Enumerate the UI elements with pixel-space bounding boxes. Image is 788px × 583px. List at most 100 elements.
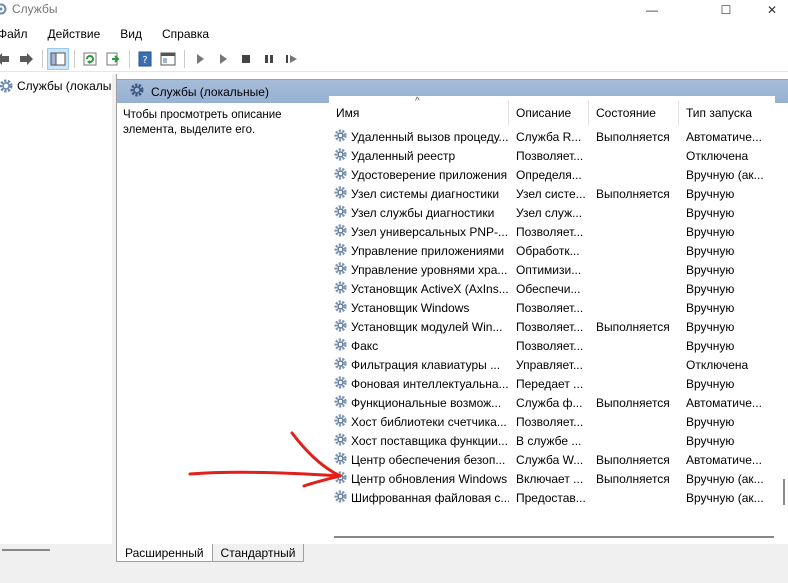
service-gear-icon [333,128,348,146]
tree-scrollbar-thumb[interactable] [2,549,50,551]
table-row[interactable]: Функциональные возмож... Служба ф... Выпол… [329,393,775,412]
table-row[interactable]: Удостоверение приложения Определя... Вручн… [329,165,775,184]
service-description-cell: Включает ... [516,471,584,486]
service-description-cell: Обеспечи... [516,281,581,296]
table-row[interactable]: Хост библиотеки счетчика... Позволяет... В… [329,412,775,431]
table-row[interactable]: Узел универсальных PNP-... Позволяет... Вр… [329,222,775,241]
column-header-name[interactable]: ^ Имя [329,96,509,126]
service-description-cell: Позволяет... [516,224,584,239]
service-name: Удостоверение приложения [351,167,508,182]
service-name-cell: Фильтрация клавиатуры ... [329,356,509,374]
window-title: Службы [12,2,58,16]
horizontal-scrollbar[interactable] [332,533,777,543]
service-name-cell: Удаленный реестр [329,147,509,165]
service-gear-icon [333,432,348,450]
table-row[interactable]: Фильтрация клавиатуры ... Управляет... Отк… [329,355,775,374]
service-startup-type-cell: Вручную [686,414,735,429]
column-header-label: Описание [516,106,572,120]
column-header-label: Тип запуска [686,106,753,120]
table-row[interactable]: Факс Позволяет... Вручную [329,336,775,355]
start-alt-button[interactable] [212,48,234,70]
start-button[interactable] [189,48,211,70]
close-icon: ✕ [766,3,778,17]
service-name: Шифрованная файловая с... [351,490,509,505]
tab-standard[interactable]: Стандартный [211,544,305,562]
table-row[interactable]: Шифрованная файловая с... Предостав... Вру… [329,488,775,507]
tree-item-label: Службы (локалы [17,79,112,93]
service-description-cell: Узел служ... [516,205,583,220]
properties-button[interactable] [157,48,179,70]
column-header-status[interactable]: Состояние [589,100,679,126]
service-name: Фоновая интеллектуальна... [351,376,509,391]
service-startup-type-cell: Вручную (ак... [686,490,764,505]
back-button[interactable] [0,48,14,70]
table-row[interactable]: Установщик Windows Позволяет... Вручную [329,298,775,317]
service-description-cell: Обработк... [516,243,580,258]
export-icon [106,52,120,65]
service-gear-icon [333,451,348,469]
start-icon [197,53,204,64]
table-row[interactable]: Удаленный реестр Позволяет... Отключена [329,146,775,165]
service-status-cell: Выполняется [596,319,670,334]
table-row[interactable]: Управление уровнями хра... Оптимизи... Вру… [329,260,775,279]
table-row[interactable]: Центр обеспечения безоп... Служба W... Вып… [329,450,775,469]
minimize-button[interactable]: — [630,0,674,20]
service-gear-icon [333,318,348,336]
pause-button[interactable] [258,48,280,70]
restart-button[interactable] [281,48,303,70]
export-button[interactable] [102,48,124,70]
service-name-cell: Шифрованная файловая с... [329,489,509,507]
table-row[interactable]: Центр обновления Windows Включает ... Выпо… [329,469,775,488]
table-row[interactable]: Установщик модулей Win... Позволяет... Вып… [329,317,775,336]
maximize-button[interactable]: ☐ [704,0,748,20]
close-button[interactable]: ✕ [750,0,788,20]
table-row[interactable]: Установщик ActiveX (AxIns... Обеспечи... В… [329,279,775,298]
service-name-cell: Установщик Windows [329,299,509,317]
scrollbar-thumb[interactable] [783,479,785,505]
console-tree: Службы (локалы [0,74,112,544]
table-row[interactable]: Узел системы диагностики Узел систе... Вып… [329,184,775,203]
vertical-scrollbar[interactable] [782,96,788,516]
service-startup-type-cell: Вручную [686,205,735,220]
help-button[interactable]: ? [134,48,156,70]
table-row[interactable]: Узел службы диагностики Узел служ... Вручн… [329,203,775,222]
stop-button[interactable] [235,48,257,70]
service-description-cell: Служба W... [516,452,584,467]
column-header-startup-type[interactable]: Тип запуска [679,100,775,126]
service-startup-type-cell: Автоматиче... [686,395,762,410]
tree-item-services-local[interactable]: Службы (локалы [0,78,111,94]
bottom-bar: Расширенный Стандартный [0,544,788,583]
table-row[interactable]: Удаленный вызов процеду... Служба R... Вып… [329,127,775,146]
service-gear-icon [333,280,348,298]
service-gear-icon [333,147,348,165]
forward-button[interactable] [15,48,37,70]
service-status-cell: Выполняется [596,395,670,410]
menu-file[interactable]: Файл [0,25,34,45]
menu-help[interactable]: Справка [162,25,215,45]
scrollbar-thumb[interactable] [334,536,774,538]
title-bar: Службы — ☐ ✕ [0,0,788,20]
restart-icon [286,54,297,63]
refresh-button[interactable] [79,48,101,70]
list-header: ^ Имя Описание Состояние Тип запуска [329,96,775,126]
column-header-description[interactable]: Описание [509,100,589,126]
table-row[interactable]: Управление приложениями Обработк... Вручну… [329,241,775,260]
service-gear-icon [333,356,348,374]
service-startup-type-cell: Вручную [686,186,735,201]
service-name-cell: Удостоверение приложения [329,166,509,184]
table-row[interactable]: Фоновая интеллектуальна... Передает ... Вр… [329,374,775,393]
menu-action[interactable]: Действие [48,25,107,45]
service-description-cell: Узел систе... [516,186,586,201]
table-row[interactable]: Хост поставщика функции... В службе ... Вр… [329,431,775,450]
menu-view[interactable]: Вид [120,25,148,45]
service-startup-type-cell: Автоматиче... [686,452,762,467]
show-tree-button[interactable] [47,47,69,70]
service-name-cell: Управление уровнями хра... [329,261,509,279]
tab-extended[interactable]: Расширенный [116,544,213,562]
service-name: Хост поставщика функции... [351,433,508,448]
service-name: Узел службы диагностики [351,205,495,220]
service-description-cell: Предостав... [516,490,586,505]
service-name: Удаленный реестр [351,148,456,163]
service-description-cell: Определя... [516,167,582,182]
maximize-icon: ☐ [720,3,732,17]
